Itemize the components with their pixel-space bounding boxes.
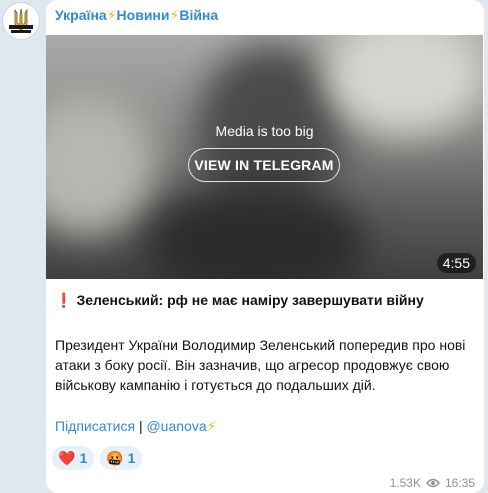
headline-text: Зеленський: рф не має наміру завершувати…: [76, 292, 424, 308]
post-headline: ❗ Зеленський: рф не має наміру завершуват…: [55, 292, 475, 309]
view-in-telegram-button[interactable]: VIEW IN TELEGRAM: [188, 148, 340, 182]
separator: |: [138, 418, 143, 434]
heart-icon: ❤️: [58, 449, 76, 466]
exclamation-icon: ❗: [55, 292, 73, 308]
blurred-background: [146, 185, 366, 279]
ukraine-trident-logo-icon: [3, 3, 39, 39]
video-duration: 4:55: [436, 253, 476, 273]
message-meta: 1.53K 16:35: [390, 476, 475, 490]
channel-handle-link[interactable]: @uanova: [146, 418, 206, 434]
post-footer-links: Підписатися | @uanova⚡: [55, 418, 216, 435]
views-count: 1.53K: [389, 476, 421, 490]
channel-avatar[interactable]: [2, 2, 40, 40]
post-body: Президент України Володимир Зеленський п…: [55, 337, 466, 393]
bolt-icon: ⚡: [169, 7, 180, 23]
channel-name-part3: Війна: [179, 7, 219, 23]
eye-icon: [426, 478, 440, 488]
channel-name[interactable]: Україна⚡Новини⚡Війна: [55, 7, 218, 24]
bolt-icon: ⚡: [106, 7, 117, 23]
reactions-bar: ❤️ 1 🤬 1: [52, 446, 143, 470]
reaction-heart[interactable]: ❤️ 1: [52, 446, 95, 470]
media-too-big-message: Media is too big: [215, 123, 314, 139]
blurred-background: [46, 95, 156, 235]
reaction-count: 1: [79, 450, 88, 466]
subscribe-link[interactable]: Підписатися: [55, 418, 135, 434]
channel-name-part2: Новини: [116, 7, 170, 23]
channel-name-part1: Україна: [55, 7, 107, 23]
bolt-icon: ⚡: [206, 418, 217, 434]
left-rail: [0, 0, 46, 493]
angry-face-icon: 🤬: [106, 449, 124, 466]
message-bubble: Україна⚡Новини⚡Війна Media is too big VI…: [46, 0, 484, 493]
blurred-background: [326, 35, 483, 135]
reaction-angry[interactable]: 🤬 1: [100, 446, 143, 470]
video-preview[interactable]: Media is too big VIEW IN TELEGRAM 4:55: [46, 35, 483, 279]
message-time: 16:35: [444, 476, 475, 490]
reaction-count: 1: [127, 450, 136, 466]
